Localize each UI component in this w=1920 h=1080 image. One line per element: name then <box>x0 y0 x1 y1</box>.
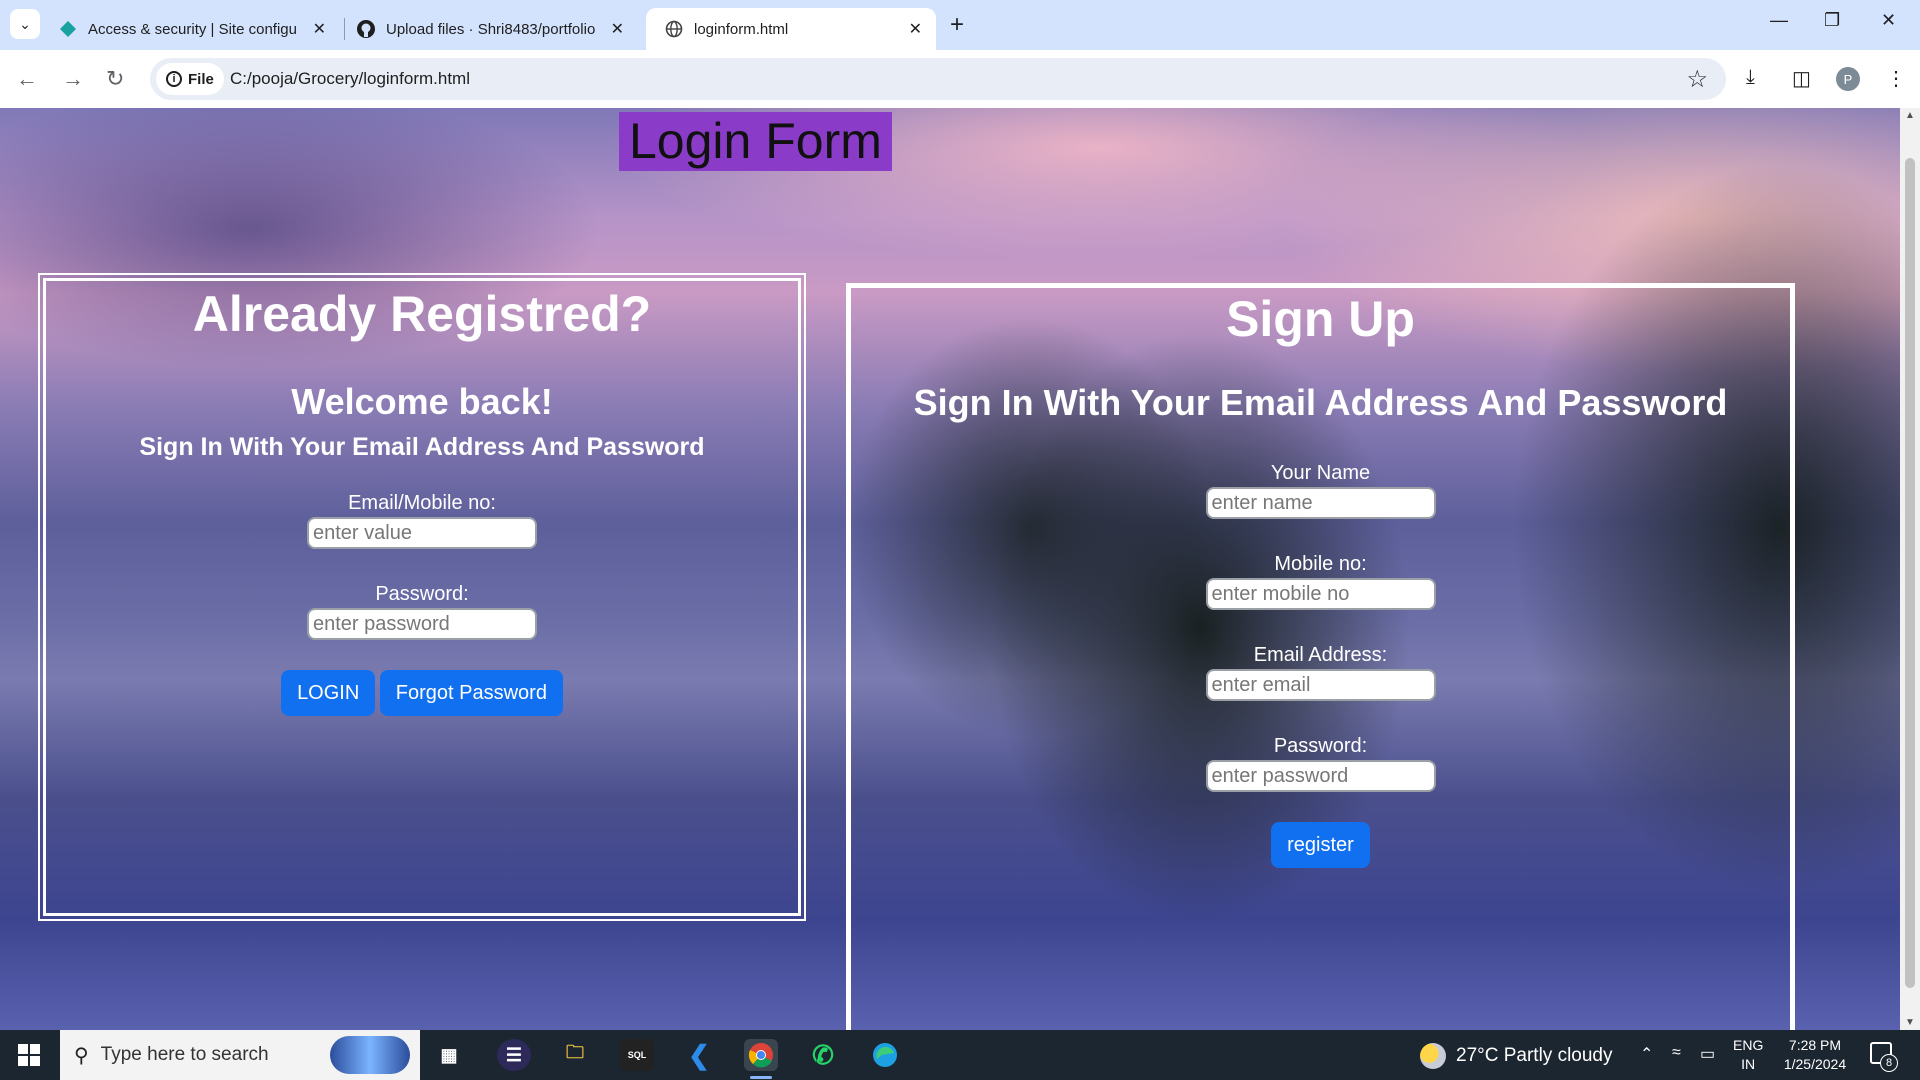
mobile-label: Mobile no: <box>1274 553 1367 575</box>
taskbar: ⚲ Type here to search ▦ ☰ 🗀 SQL ❮ ✆ 27°C… <box>0 1030 1920 1080</box>
file-explorer-icon[interactable]: 🗀 <box>558 1039 592 1071</box>
weather-widget[interactable]: 27°C Partly cloudy <box>1420 1043 1613 1069</box>
tab-strip: ⌄ Access & security | Site configu ✕ Upl… <box>0 0 1920 50</box>
tab-upload-files[interactable]: Upload files · Shri8483/portfolio ✕ <box>338 8 638 50</box>
restore-icon[interactable]: ❐ <box>1824 10 1840 31</box>
page-scrollbar[interactable]: ▲ ▼ <box>1900 108 1920 1030</box>
download-icon[interactable]: ⤓ <box>1746 66 1755 89</box>
clock-date: 1/25/2024 <box>1783 1056 1847 1072</box>
page-title: Login Form <box>619 112 892 171</box>
task-view-icon[interactable]: ▦ <box>432 1039 466 1071</box>
clock-time: 7:28 PM <box>1788 1037 1842 1053</box>
tab-close-icon[interactable]: ✕ <box>611 19 624 39</box>
notification-count-badge: 8 <box>1880 1054 1898 1072</box>
register-button[interactable]: register <box>1271 822 1370 868</box>
site-info-label: File <box>188 70 214 88</box>
tab-close-icon[interactable]: ✕ <box>313 19 326 39</box>
chrome-icon[interactable] <box>744 1039 778 1079</box>
tab-access-security[interactable]: Access & security | Site configu ✕ <box>40 8 340 50</box>
forward-arrow-icon[interactable]: → <box>62 66 84 92</box>
browser-toolbar: ← → ↻ i File C:/pooja/Grocery/loginform.… <box>0 50 1920 108</box>
diamond-teal-icon <box>58 19 78 39</box>
name-input[interactable] <box>1205 487 1436 519</box>
tab-title: loginform.html <box>694 20 789 38</box>
signup-subheading: Sign In With Your Email Address And Pass… <box>913 382 1728 423</box>
signup-password-input[interactable] <box>1205 760 1436 792</box>
scroll-up-arrow-icon[interactable]: ▲ <box>1905 110 1915 121</box>
login-button[interactable]: LOGIN <box>281 670 376 716</box>
tab-search-chevron-icon[interactable]: ⌄ <box>10 9 40 39</box>
tab-title: Access & security | Site configu <box>88 20 297 38</box>
name-label: Your Name <box>1270 462 1371 484</box>
minimize-icon[interactable]: — <box>1770 10 1788 31</box>
login-password-label: Password: <box>375 583 469 605</box>
github-icon <box>356 19 376 39</box>
new-tab-plus-icon[interactable]: + <box>950 11 964 39</box>
vscode-icon[interactable]: ❮ <box>682 1039 716 1071</box>
tab-title: Upload files · Shri8483/portfolio <box>386 20 596 38</box>
search-icon: ⚲ <box>74 1044 89 1067</box>
scroll-down-arrow-icon[interactable]: ▼ <box>1905 1017 1915 1028</box>
wifi-icon[interactable]: ≈ <box>1672 1044 1681 1062</box>
window-close-icon[interactable]: ✕ <box>1881 10 1896 31</box>
signup-panel: Sign Up Sign In With Your Email Address … <box>846 283 1795 1030</box>
weather-text: 27°C Partly cloudy <box>1456 1045 1613 1066</box>
reload-icon[interactable]: ↻ <box>106 66 124 92</box>
partly-cloudy-icon <box>1420 1043 1446 1069</box>
tab-loginform[interactable]: loginform.html ✕ <box>646 8 936 50</box>
scroll-thumb[interactable] <box>1905 158 1915 988</box>
email-mobile-input[interactable] <box>307 517 537 549</box>
eclipse-icon[interactable]: ☰ <box>497 1039 531 1071</box>
side-panel-icon[interactable]: ◫ <box>1792 66 1811 91</box>
language-indicator[interactable]: ENG IN <box>1733 1036 1763 1074</box>
battery-icon[interactable]: ▭ <box>1700 1044 1715 1064</box>
whatsapp-icon[interactable]: ✆ <box>806 1039 840 1071</box>
tray-chevron-up-icon[interactable]: ⌃ <box>1640 1044 1653 1064</box>
login-subheading: Sign In With Your Email Address And Pass… <box>139 433 705 461</box>
taskbar-search-placeholder: Type here to search <box>100 1044 269 1065</box>
edge-icon[interactable] <box>868 1039 902 1071</box>
system-clock[interactable]: 7:28 PM 1/25/2024 <box>1775 1036 1855 1074</box>
site-info-chip[interactable]: i File <box>156 63 224 95</box>
signup-password-label: Password: <box>1273 735 1368 757</box>
globe-icon <box>664 19 684 39</box>
email-mobile-label: Email/Mobile no: <box>348 492 496 514</box>
search-highlight-art <box>330 1036 410 1074</box>
address-bar[interactable]: i File C:/pooja/Grocery/loginform.html ☆ <box>150 58 1726 100</box>
welcome-heading: Welcome back! <box>291 381 553 422</box>
forgot-password-button[interactable]: Forgot Password <box>379 670 563 716</box>
tab-close-icon[interactable]: ✕ <box>909 19 922 39</box>
email-address-input[interactable] <box>1205 669 1436 701</box>
menu-kebab-icon[interactable]: ⋮ <box>1886 66 1906 91</box>
email-address-label: Email Address: <box>1253 644 1388 666</box>
login-panel: Already Registred? Welcome back! Sign In… <box>38 273 806 921</box>
bookmark-star-icon[interactable]: ☆ <box>1686 65 1708 94</box>
language-code: ENG <box>1733 1037 1764 1053</box>
mobile-input[interactable] <box>1205 578 1436 610</box>
mysql-icon[interactable]: SQL <box>620 1039 654 1071</box>
windows-start-icon[interactable] <box>18 1044 40 1066</box>
info-icon: i <box>166 71 182 87</box>
back-arrow-icon[interactable]: ← <box>16 66 38 92</box>
profile-avatar[interactable]: P <box>1836 67 1860 91</box>
signup-heading: Sign Up <box>1226 291 1415 347</box>
login-heading: Already Registred? <box>192 286 652 342</box>
region-code: IN <box>1741 1056 1756 1072</box>
taskbar-search-box[interactable]: ⚲ Type here to search <box>60 1030 420 1080</box>
url-text[interactable]: C:/pooja/Grocery/loginform.html <box>230 69 470 89</box>
login-password-input[interactable] <box>307 608 537 640</box>
page-viewport: Login Form Already Registred? Welcome ba… <box>0 108 1900 1030</box>
